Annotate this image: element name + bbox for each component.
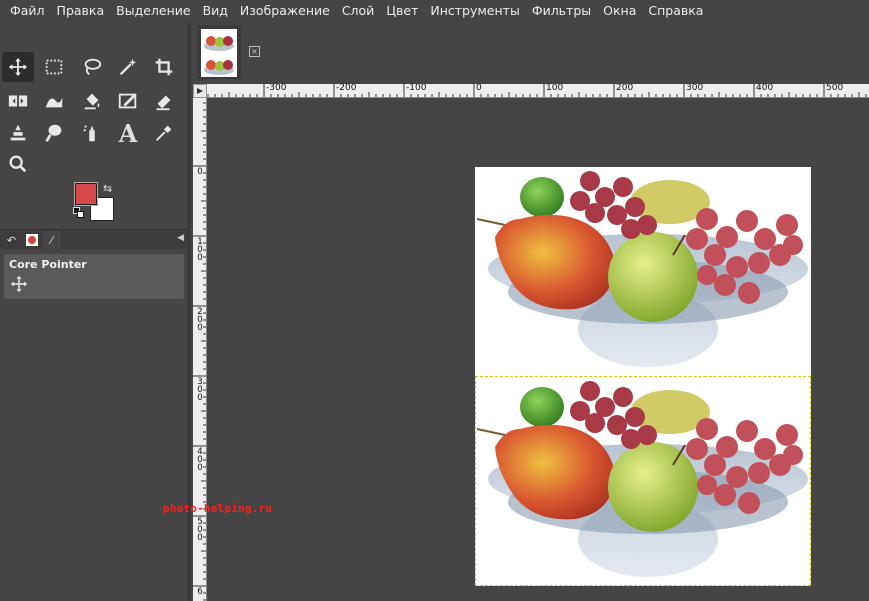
move-tool-icon[interactable] — [2, 52, 34, 82]
color-swatches: ⇆ — [72, 182, 120, 226]
watermark-text: photo-helping.ru — [163, 502, 273, 515]
reset-colors-icon[interactable] — [73, 207, 85, 219]
menu-item-0[interactable]: Файл — [4, 0, 51, 22]
move-pointer-icon — [9, 274, 29, 294]
text-tool-icon[interactable]: A — [112, 118, 144, 148]
menu-item-8[interactable]: Фильтры — [526, 0, 597, 22]
paintbrush-icon[interactable] — [112, 86, 144, 116]
menu-item-3[interactable]: Вид — [197, 0, 234, 22]
swap-colors-icon[interactable]: ⇆ — [103, 182, 112, 195]
zoom-icon[interactable] — [2, 149, 34, 179]
hruler-label: 0 — [476, 84, 482, 93]
canvas-area[interactable] — [208, 99, 869, 601]
menu-item-1[interactable]: Правка — [51, 0, 111, 22]
free-select-icon[interactable] — [76, 52, 108, 82]
vruler-label: 500 — [197, 517, 203, 543]
images-tab-icon[interactable] — [22, 231, 41, 249]
menu-item-10[interactable]: Справка — [642, 0, 709, 22]
menu-item-6[interactable]: Цвет — [380, 0, 424, 22]
menu-item-5[interactable]: Слой — [336, 0, 381, 22]
image-thumbnail — [201, 29, 237, 77]
vruler-label: 200 — [197, 307, 203, 333]
rect-select-icon[interactable] — [38, 52, 70, 82]
hruler-label: -200 — [336, 84, 357, 93]
hruler-label: 400 — [756, 84, 774, 93]
image-tab[interactable] — [197, 25, 241, 79]
hruler-label: 300 — [686, 84, 704, 93]
crop-icon[interactable] — [148, 52, 180, 82]
hruler-label: 100 — [546, 84, 564, 93]
toolbox-panel: A ⇆ ↶ ⁄ ◀ Core Pointer — [0, 22, 188, 601]
ink-icon[interactable] — [76, 118, 108, 148]
warp-transform-icon[interactable] — [38, 86, 70, 116]
layer-boundary — [475, 376, 811, 586]
foreground-color-swatch[interactable] — [74, 182, 98, 206]
smudge-icon[interactable] — [38, 118, 70, 148]
image-canvas[interactable] — [475, 167, 811, 586]
eraser-icon[interactable] — [148, 86, 180, 116]
device-status-tab-icon[interactable]: ⁄ — [42, 231, 61, 249]
device-status-panel: Core Pointer — [4, 254, 184, 299]
menu-item-2[interactable]: Выделение — [110, 0, 196, 22]
menubar: Файл Правка Выделение Вид Изображение Слой Цве… — [0, 0, 869, 22]
fuzzy-select-icon[interactable] — [112, 52, 144, 82]
hruler-label: 200 — [616, 84, 634, 93]
hruler-label: 500 — [826, 84, 844, 93]
close-tab-icon[interactable]: × — [249, 46, 260, 57]
dock-tabs: ↶ ⁄ ◀ — [0, 229, 188, 249]
menu-item-7[interactable]: Инструменты — [424, 0, 525, 22]
hruler-label: -300 — [266, 84, 287, 93]
vruler-label: 0 — [197, 167, 203, 177]
hruler-label: -100 — [406, 84, 427, 93]
menu-item-9[interactable]: Окна — [597, 0, 642, 22]
color-picker-icon[interactable] — [148, 118, 180, 148]
ruler-corner-button[interactable] — [193, 84, 207, 98]
core-pointer-title: Core Pointer — [9, 258, 87, 271]
dock-menu-icon[interactable]: ◀ — [177, 233, 184, 243]
vertical-ruler[interactable]: 0 100 200 300 400 500 6 — [193, 98, 207, 601]
horizontal-ruler[interactable]: -300 -200 -100 0 100 200 300 400 500 — [207, 84, 869, 98]
vruler-label: 100 — [197, 237, 203, 263]
vruler-label: 6 — [197, 587, 203, 597]
flip-icon[interactable] — [2, 86, 34, 116]
image-tabs-bar: × — [193, 22, 869, 82]
undo-history-tab-icon[interactable]: ↶ — [2, 231, 21, 249]
vruler-label: 400 — [197, 447, 203, 473]
bucket-fill-icon[interactable] — [76, 86, 108, 116]
vruler-label: 300 — [197, 377, 203, 403]
menu-item-4[interactable]: Изображение — [234, 0, 336, 22]
clone-icon[interactable] — [2, 118, 34, 148]
